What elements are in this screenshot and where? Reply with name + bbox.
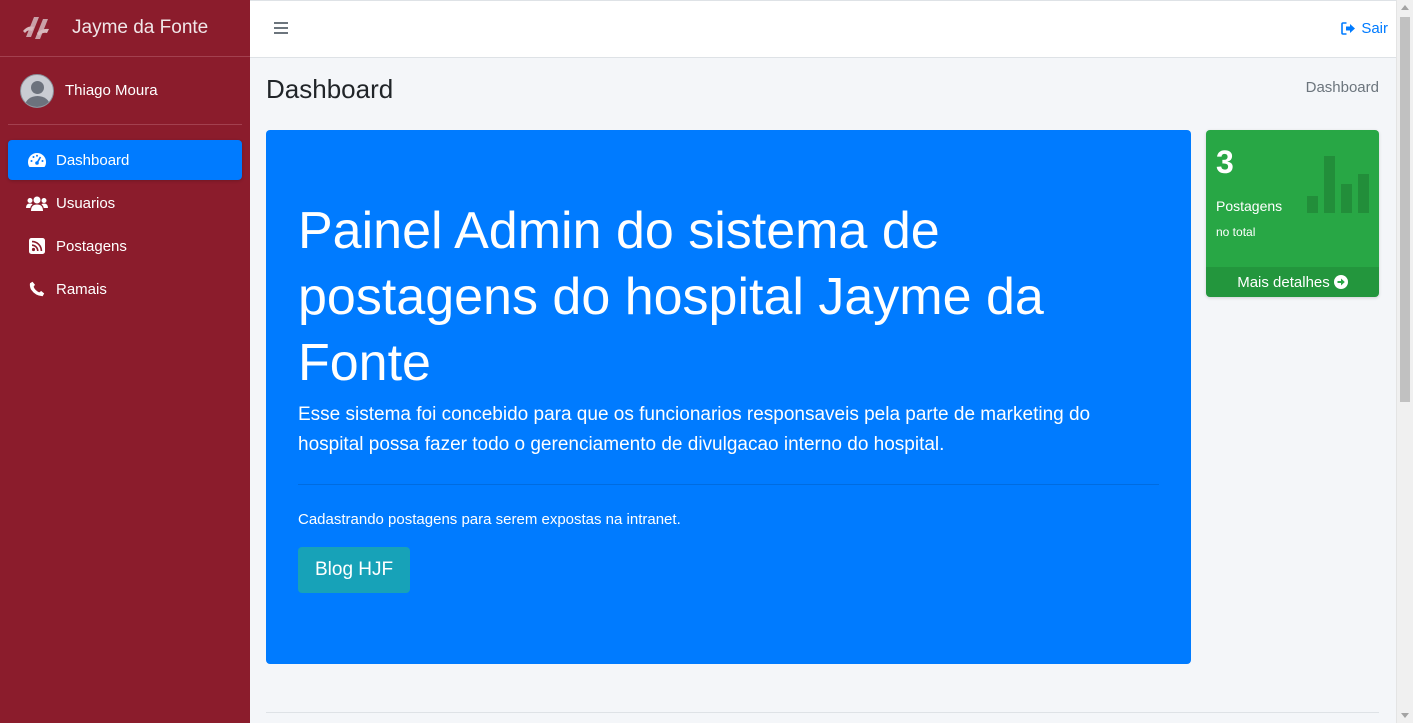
brand-link[interactable]: Jayme da Fonte — [0, 0, 250, 57]
sidebar-item-label: Postagens — [56, 237, 127, 255]
bars-icon[interactable] — [274, 22, 288, 34]
posts-label: Postagens — [1216, 198, 1283, 214]
sidebar-item-label: Ramais — [56, 280, 107, 298]
scroll-up-arrow-icon[interactable] — [1401, 5, 1409, 10]
divider — [298, 484, 1159, 485]
posts-stat-box: 3 Postagens no total Mais detalhes — [1206, 130, 1379, 297]
logout-link[interactable]: Sair — [1341, 20, 1388, 37]
jf-logo-icon — [23, 17, 49, 39]
user-name[interactable]: Thiago Moura — [65, 82, 158, 99]
sidebar-item-ramais[interactable]: Ramais — [8, 269, 242, 309]
sidebar-item-dashboard[interactable]: Dashboard — [8, 140, 242, 180]
sidebar-item-label: Usuarios — [56, 194, 116, 212]
jumbotron-title: Painel Admin do sistema de postagens do … — [298, 202, 1044, 392]
scroll-thumb[interactable] — [1400, 17, 1410, 402]
sidebar: Jayme da Fonte Thiago Moura Dashboard Us… — [0, 0, 250, 723]
posts-sublabel: no total — [1216, 225, 1256, 239]
sidebar-item-postagens[interactable]: Postagens — [8, 226, 242, 266]
more-details-link[interactable]: Mais detalhes — [1206, 267, 1379, 297]
footer-divider — [266, 712, 1379, 713]
posts-count: 3 — [1216, 144, 1234, 180]
jumbotron-text: Cadastrando postagens para serem exposta… — [298, 511, 681, 528]
sidebar-item-label: Dashboard — [56, 151, 130, 169]
logout-label: Sair — [1361, 20, 1388, 37]
scrollbar[interactable] — [1396, 0, 1413, 723]
sidebar-item-usuarios[interactable]: Usuarios — [8, 183, 242, 223]
breadcrumb: Dashboard — [1305, 79, 1379, 96]
content-header: Dashboard Dashboard — [266, 74, 1379, 108]
more-details-label: Mais detalhes — [1237, 273, 1330, 291]
top-navbar: Sair — [250, 0, 1396, 58]
phone-icon — [26, 280, 48, 298]
jumbotron-lead: Esse sistema foi concebido para que os f… — [298, 404, 1091, 455]
sidebar-nav: Dashboard Usuarios Postagens Ramais — [0, 125, 250, 309]
arrow-circle-right-icon — [1333, 275, 1348, 289]
users-icon — [26, 194, 48, 212]
page-title: Dashboard — [266, 74, 394, 104]
blog-button[interactable]: Blog HJF — [298, 547, 411, 593]
bar-chart-icon — [1307, 156, 1369, 213]
tachometer-icon — [26, 151, 48, 169]
brand-name: Jayme da Fonte — [72, 17, 209, 38]
avatar — [20, 73, 54, 108]
user-panel: Thiago Moura — [8, 57, 242, 125]
rss-icon — [26, 237, 48, 255]
sign-out-icon — [1341, 22, 1356, 35]
welcome-jumbotron: Painel Admin do sistema de postagens do … — [266, 130, 1191, 664]
scroll-down-arrow-icon[interactable] — [1401, 713, 1409, 718]
